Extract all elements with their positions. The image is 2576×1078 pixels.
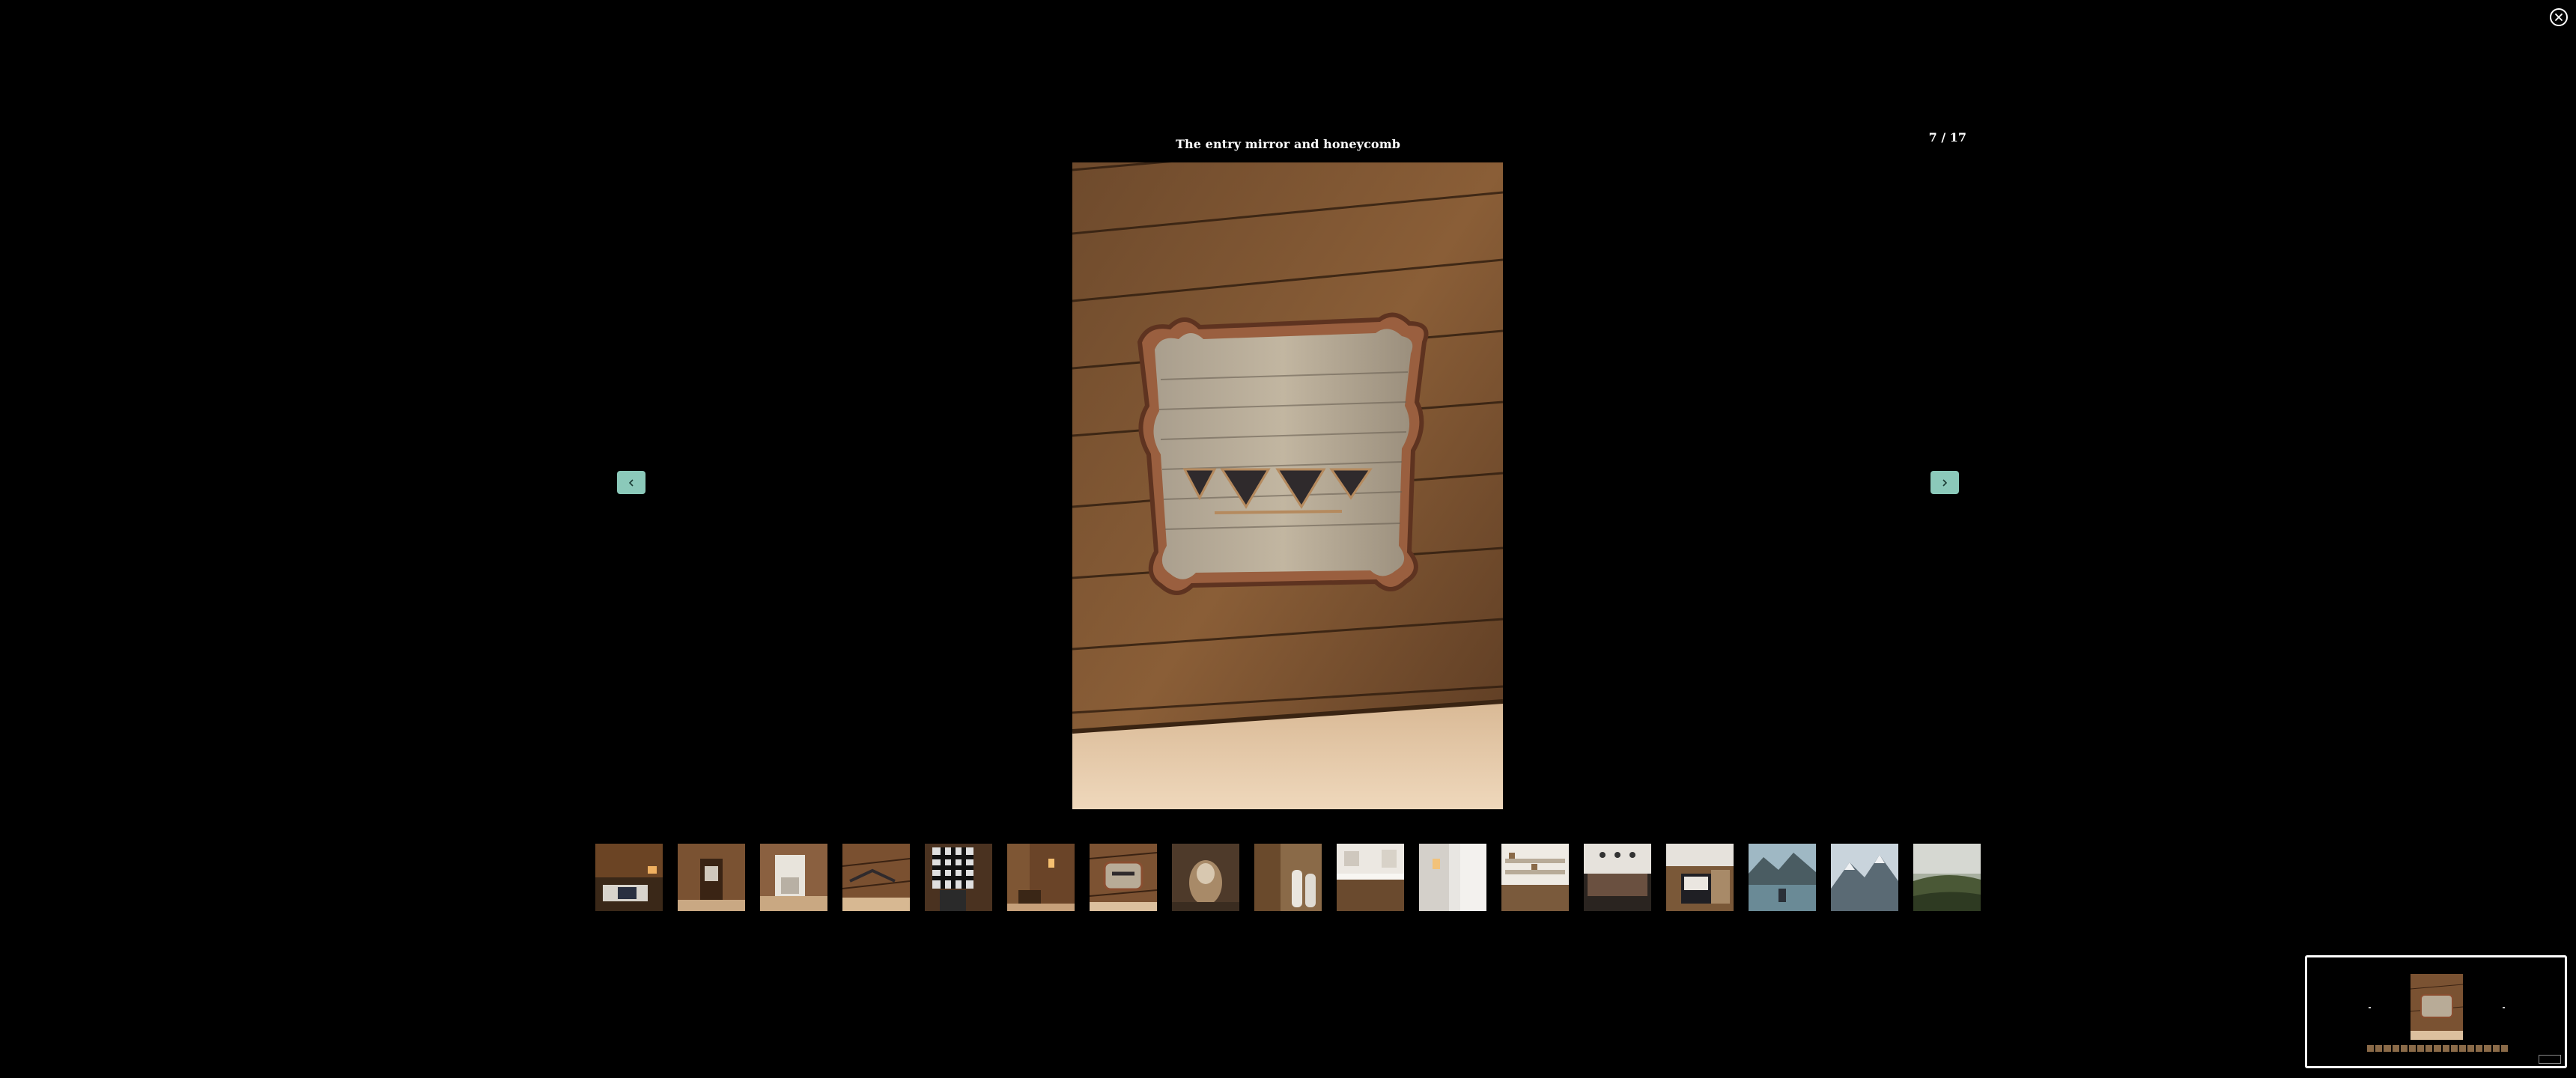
thumbnail-17[interactable] (1913, 844, 1981, 911)
thumbnail-13[interactable] (1584, 844, 1651, 911)
thumbnail-strip (595, 844, 1981, 911)
chevron-left-icon (628, 478, 634, 487)
thumbnail-4[interactable] (842, 844, 910, 911)
main-photo (1072, 162, 1503, 809)
thumbnail-1[interactable] (595, 844, 663, 911)
screen-preview-minimap (2305, 955, 2567, 1068)
photo-caption: The entry mirror and honeycomb (1175, 137, 1401, 151)
thumbnail-5[interactable] (925, 844, 992, 911)
minimap-next-marker (2503, 1007, 2505, 1008)
close-icon (2555, 13, 2563, 21)
photo-counter: 7 / 17 (1928, 130, 1966, 144)
thumbnail-14[interactable] (1666, 844, 1734, 911)
next-photo-button[interactable] (1931, 471, 1959, 494)
thumbnail-8[interactable] (1172, 844, 1239, 911)
thumbnail-11[interactable] (1419, 844, 1486, 911)
minimap-corner-box (2539, 1055, 2561, 1064)
thumbnail-2[interactable] (678, 844, 745, 911)
chevron-right-icon (1942, 478, 1948, 487)
thumbnail-16[interactable] (1831, 844, 1898, 911)
minimap-photo (2411, 974, 2463, 1040)
thumbnail-9[interactable] (1254, 844, 1322, 911)
close-button[interactable] (2550, 8, 2568, 26)
thumbnail-3[interactable] (760, 844, 827, 911)
minimap-thumbnail-strip (2367, 1045, 2508, 1052)
thumbnail-12[interactable] (1501, 844, 1569, 911)
thumbnail-7-active[interactable] (1090, 844, 1157, 911)
previous-photo-button[interactable] (617, 471, 645, 494)
thumbnail-10[interactable] (1337, 844, 1404, 911)
thumbnail-15[interactable] (1749, 844, 1816, 911)
thumbnail-6[interactable] (1007, 844, 1075, 911)
minimap-prev-marker (2369, 1007, 2371, 1008)
